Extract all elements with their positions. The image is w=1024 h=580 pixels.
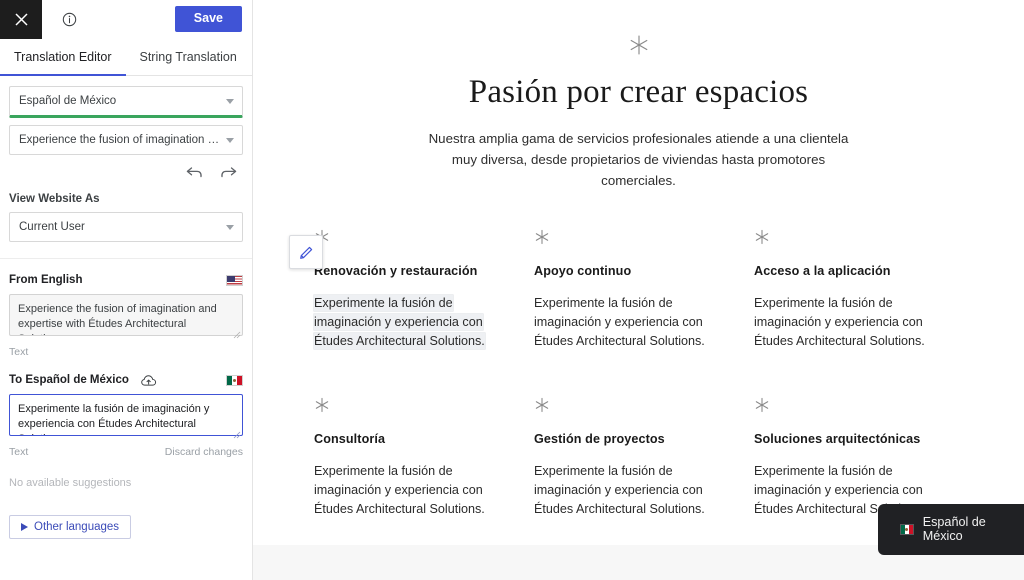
target-text-area[interactable]	[9, 394, 243, 436]
flag-united-states-icon	[226, 274, 243, 286]
service-card-body-line: imaginación y experiencia con	[314, 314, 483, 330]
service-card-title: Apoyo continuo	[534, 264, 632, 278]
service-card-body-line: imaginación y experiencia con	[534, 483, 703, 497]
language-select[interactable]: Español de México	[9, 86, 243, 118]
sidebar-divider	[0, 258, 252, 259]
service-card-body: Experimente la fusión de imaginación y e…	[534, 294, 716, 351]
flag-mexico-icon	[900, 523, 914, 535]
service-card-title: Renovación y restauración	[314, 264, 478, 278]
undo-icon[interactable]	[185, 163, 203, 181]
flag-mexico-icon	[226, 374, 243, 386]
source-meta: Text	[9, 345, 243, 359]
other-languages-button[interactable]: Other languages	[9, 515, 132, 539]
service-card-title: Consultoría	[314, 432, 386, 446]
service-card-body-line: Experimente la fusión de	[534, 296, 673, 310]
asterisk-icon	[535, 397, 549, 413]
sidebar-topbar: Save	[0, 0, 252, 39]
service-card-body-line: Études Architectural Solutions.	[534, 502, 705, 516]
service-card[interactable]: Gestión de proyectos Experimente la fusi…	[534, 397, 754, 519]
target-text-wrapper	[9, 394, 243, 441]
tab-string-translation[interactable]: String Translation	[126, 39, 251, 75]
target-meta: Text Discard changes	[9, 445, 243, 459]
history-controls	[9, 155, 243, 181]
source-section-header: From English	[9, 272, 243, 288]
service-card-title: Soluciones arquitectónicas	[754, 432, 921, 446]
service-card-body: Experimente la fusión de imaginación y e…	[754, 294, 936, 351]
service-card-body: Experimente la fusión de imaginación y e…	[314, 462, 496, 519]
sidebar-tabs: Translation Editor String Translation	[0, 39, 252, 76]
hero-section: Pasión por crear espacios Nuestra amplia…	[253, 0, 1024, 191]
service-card-body-line: Études Architectural Solutions.	[754, 334, 925, 348]
asterisk-icon	[755, 397, 769, 413]
hero-subtitle: Nuestra amplia gama de servicios profesi…	[428, 131, 849, 188]
page-title: Pasión por crear espacios	[468, 74, 809, 110]
asterisk-icon	[755, 229, 769, 245]
redo-icon[interactable]	[219, 163, 237, 181]
discard-changes-button[interactable]: Discard changes	[165, 446, 243, 458]
service-card-body: Experimente la fusión de imaginación y e…	[534, 462, 716, 519]
source-text-area[interactable]	[9, 294, 243, 336]
chevron-down-icon	[226, 225, 234, 230]
source-heading: From English	[9, 274, 83, 286]
other-languages-label: Other languages	[34, 521, 120, 533]
service-card-body-line: imaginación y experiencia con	[534, 315, 703, 329]
target-type-label: Text	[9, 446, 29, 458]
info-icon[interactable]	[52, 0, 86, 39]
asterisk-icon	[535, 229, 549, 245]
service-card[interactable]: Acceso a la aplicación Experimente la fu…	[754, 229, 974, 351]
service-card-body-line: imaginación y experiencia con	[314, 483, 483, 497]
service-card[interactable]: Apoyo continuo Experimente la fusión de …	[534, 229, 754, 351]
service-card-body-line: Experimente la fusión de	[754, 464, 893, 478]
tab-translation-editor[interactable]: Translation Editor	[0, 39, 126, 76]
chevron-down-icon	[226, 138, 234, 143]
target-section-header: To Español de México	[9, 372, 243, 388]
triangle-right-icon	[21, 523, 28, 531]
source-type-label: Text	[9, 346, 29, 358]
service-card-body-line: Experimente la fusión de	[754, 296, 893, 310]
service-card-body-line: Experimente la fusión de	[314, 295, 453, 311]
cloud-upload-icon[interactable]	[141, 374, 157, 387]
asterisk-icon	[315, 397, 329, 413]
view-website-as-label: View Website As	[9, 193, 100, 205]
service-card-body-line: Experimente la fusión de	[314, 464, 453, 478]
close-icon[interactable]	[0, 0, 42, 39]
app-root: Save Translation Editor String Translati…	[0, 0, 1024, 580]
service-card-body-line: imaginación y experiencia con	[754, 483, 923, 497]
service-card-body-line: Études Architectural Solutions.	[534, 334, 705, 348]
chevron-down-icon	[226, 99, 234, 104]
pencil-icon[interactable]	[289, 235, 323, 269]
language-select-value: Español de México	[19, 95, 117, 107]
asterisk-icon	[630, 35, 647, 55]
language-badge[interactable]: Español de México	[878, 504, 1024, 555]
services-grid: Renovación y restauración Experimente la…	[253, 191, 1024, 519]
string-select-value: Experience the fusion of imagination and…	[19, 134, 220, 146]
string-select[interactable]: Experience the fusion of imagination and…	[9, 125, 243, 155]
service-card-body-line: imaginación y experiencia con	[754, 315, 923, 329]
sidebar-body: Español de México Experience the fusion …	[0, 76, 252, 539]
website-preview: Pasión por crear espacios Nuestra amplia…	[253, 0, 1024, 580]
language-badge-label: Español de México	[922, 515, 986, 543]
suggestions-empty-text: No available suggestions	[9, 477, 132, 489]
view-website-as-value: Current User	[19, 221, 85, 233]
service-card[interactable]: Renovación y restauración Experimente la…	[289, 229, 534, 351]
target-heading: To Español de México	[9, 374, 129, 386]
service-card-title: Gestión de proyectos	[534, 432, 665, 446]
source-text-wrapper	[9, 294, 243, 341]
service-card[interactable]: Soluciones arquitectónicas Experimente l…	[754, 397, 974, 519]
tab-string-translation-label: String Translation	[139, 50, 237, 64]
service-card-title: Acceso a la aplicación	[754, 264, 891, 278]
service-card-body-line: Études Architectural Solutions.	[314, 333, 485, 349]
service-card-body-line: Experimente la fusión de	[534, 464, 673, 478]
service-card[interactable]: Consultoría Experimente la fusión de ima…	[314, 397, 534, 519]
save-button[interactable]: Save	[174, 6, 242, 32]
service-card-body-line: Études Architectural Solutions.	[314, 502, 485, 516]
service-card-body: Experimente la fusión de imaginación y e…	[314, 294, 496, 351]
translation-sidebar: Save Translation Editor String Translati…	[0, 0, 253, 580]
view-website-as-select[interactable]: Current User	[9, 212, 243, 242]
tab-translation-editor-label: Translation Editor	[14, 50, 112, 64]
